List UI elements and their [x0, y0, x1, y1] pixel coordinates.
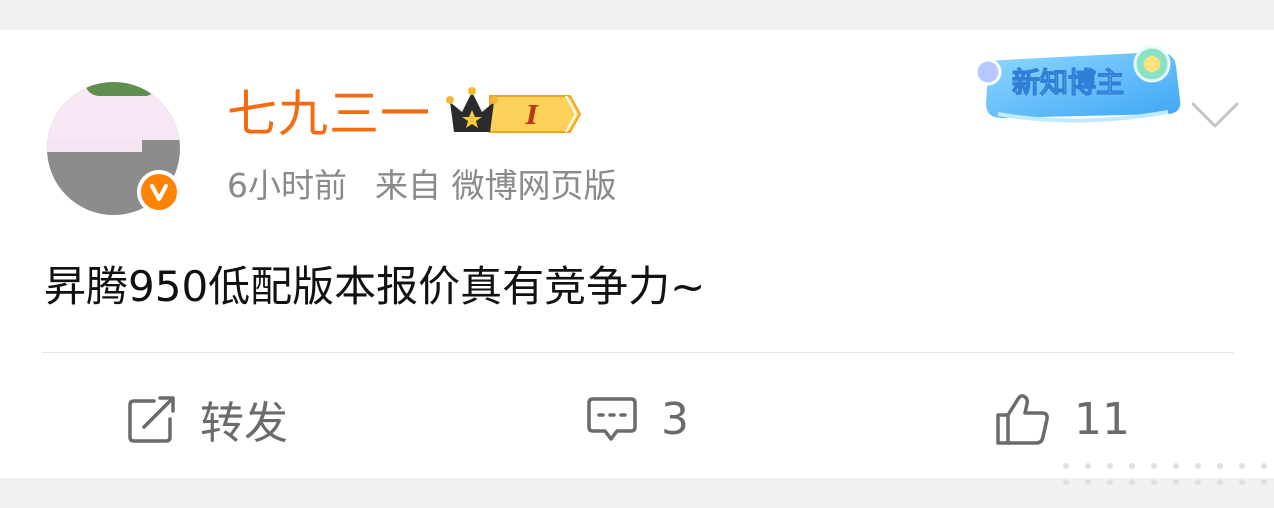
username[interactable]: 七九三一 — [227, 84, 431, 144]
comment-count: 3 — [661, 393, 689, 445]
post-content: 昇腾950低配版本报价真有竞争力~ — [44, 262, 706, 311]
comment-button[interactable]: 3 — [585, 384, 689, 454]
badge-label: 新知博主 — [1012, 66, 1124, 99]
post-time: 6小时前 — [227, 166, 347, 205]
divider — [42, 352, 1234, 353]
like-icon — [996, 394, 1049, 445]
post-meta: 6小时前 来自 微博网页版 — [227, 164, 617, 208]
like-count: 11 — [1074, 393, 1130, 445]
level-label: I — [525, 101, 539, 131]
new-knowledge-blogger-badge[interactable]: 新知博主 — [968, 34, 1188, 126]
verified-icon — [137, 170, 181, 214]
crown-level-icon[interactable]: I — [446, 86, 582, 138]
post-source[interactable]: 来自 微博网页版 — [375, 166, 617, 205]
watermark-dots — [1063, 463, 1267, 485]
chevron-down-icon[interactable] — [1190, 100, 1240, 130]
like-button[interactable]: 11 — [994, 384, 1130, 454]
repost-button[interactable]: 转发 — [126, 384, 288, 454]
repost-icon — [128, 396, 175, 443]
comment-icon — [587, 397, 637, 441]
repost-label: 转发 — [200, 398, 288, 449]
